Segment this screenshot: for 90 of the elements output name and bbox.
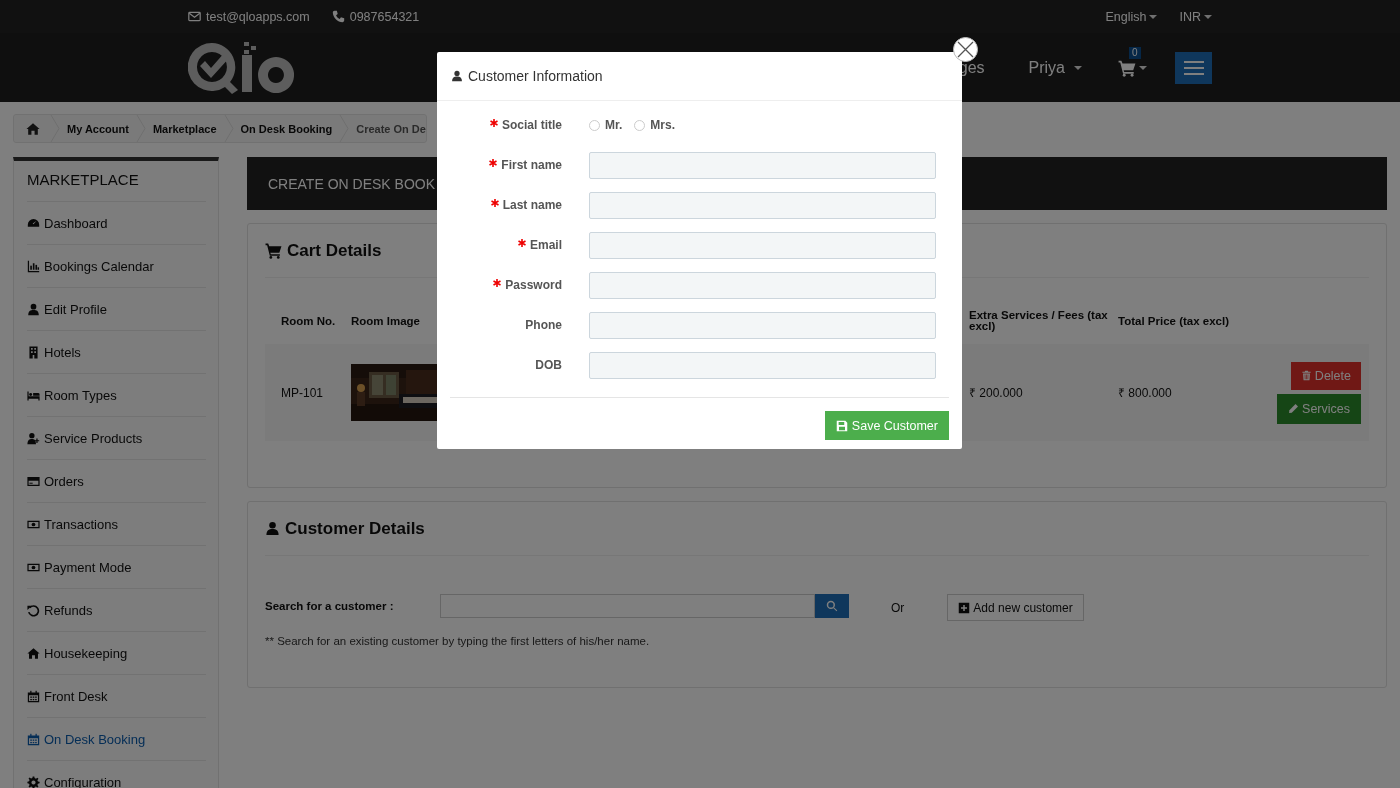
delete-button[interactable]: Delete [1290,361,1361,390]
cart-icon [265,242,282,259]
sidebar-item[interactable]: Transactions [27,503,206,546]
pencil-icon [1288,403,1300,414]
envelope-icon [188,10,201,23]
input-field[interactable] [589,271,936,299]
or-text: Or [891,601,905,615]
field-label: Social title [501,118,562,132]
table-cell-text: MP-101 [281,384,325,402]
save-icon [835,419,848,432]
phone-icon [331,10,345,23]
input-field[interactable] [589,311,936,339]
user-menu[interactable]: Priya [1028,58,1065,77]
column-header: Room Image [351,313,421,329]
column-header: Room No. [281,313,337,329]
card-title: Cart Details [287,240,382,261]
sidebar-item[interactable]: On Desk Booking [27,718,206,761]
page-title: CREATE ON DESK BOOK [268,175,435,192]
table-cell-text: ₹ 800.000 [1118,385,1173,402]
field-label: DOB [535,358,562,372]
sidebar-item[interactable]: Hotels [27,331,206,374]
cart-icon [1118,58,1136,77]
caret-icon [1204,14,1212,19]
breadcrumb-item[interactable]: My Account [60,122,136,135]
breadcrumb-item[interactable]: On Desk Booking [233,122,340,135]
sidebar-item[interactable]: Payment Mode [27,546,206,589]
column-header: Total Price (tax excl) [1118,313,1230,329]
services-button[interactable]: Services [1277,393,1361,424]
calendar-icon [27,732,40,746]
breadcrumb-item[interactable]: Marketplace [145,122,224,135]
table-cell-text: ₹ 200.000 [969,385,1024,402]
gear-icon [27,775,40,788]
column-header: Extra Services / Fees (tax excl) [969,308,1109,334]
search-icon [826,600,838,612]
input-field[interactable] [589,351,936,379]
user-icon [27,302,40,316]
search-hint: ** Search for an existing customer by typing the first letters of his/her name. [265,635,651,649]
home-icon [26,121,40,136]
field-label: Email [530,238,562,252]
radio-label: Mr. [605,118,623,132]
input-field[interactable] [589,191,936,219]
caret-icon [1149,14,1158,19]
dialog-title: Customer Information [468,68,603,84]
sidebar-item[interactable]: Housekeeping [27,632,206,675]
trash-icon [1300,370,1312,381]
sidebar-item[interactable]: Refunds [27,589,206,632]
sidebar-item[interactable]: Edit Profile [27,288,206,331]
user-icon [451,70,463,82]
sidebar-item[interactable]: Dashboard [27,202,206,245]
save-button[interactable]: Save Customer [824,411,949,440]
field-label: Last name [502,198,562,212]
field-label: First name [501,158,562,172]
card-title: Customer Details [285,518,425,539]
field-label: Phone [525,318,562,332]
currency-dropdown[interactable]: INR [1179,9,1201,24]
user-plus-icon [27,431,40,445]
input-field[interactable] [589,151,936,179]
breadcrumb-item: Create On De [355,122,426,135]
search-label: Search for a customer : [265,600,395,612]
phone-text: 0987654321 [349,9,420,24]
radio-label: Mrs. [650,118,676,132]
language-dropdown[interactable]: English [1105,9,1147,24]
radio-button[interactable] [634,119,646,131]
customer-search-field[interactable] [440,594,815,618]
sidebar-item[interactable]: Front Desk [27,675,206,718]
logo[interactable] [188,41,295,94]
search-button[interactable] [815,594,849,618]
building-icon [27,345,40,359]
dashboard-icon [27,216,40,230]
field-label: Password [505,278,562,292]
calendar-icon [27,689,40,703]
home-icon [27,646,40,660]
user-icon [265,521,280,536]
menu-button[interactable] [1175,51,1212,84]
sidebar-item[interactable]: Room Types [27,374,206,417]
undo-icon [27,603,40,617]
sidebar-title: MARKETPLACE [27,161,206,202]
input-field[interactable] [589,231,936,259]
sidebar-item[interactable]: Service Products [27,417,206,460]
sidebar-item[interactable]: Bookings Calendar [27,245,206,288]
caret-icon [1139,65,1147,70]
radio-button[interactable] [589,119,600,131]
sidebar-item[interactable]: Orders [27,460,206,503]
caret-icon [1074,65,1082,70]
credit-card-icon [27,474,40,488]
cart-count: 0 [1129,46,1141,59]
email-text: test@qloapps.com [206,9,310,24]
bed-icon [27,388,40,402]
add-customer-button[interactable]: Add new customer [947,594,1084,621]
bar-chart-icon [27,259,40,273]
